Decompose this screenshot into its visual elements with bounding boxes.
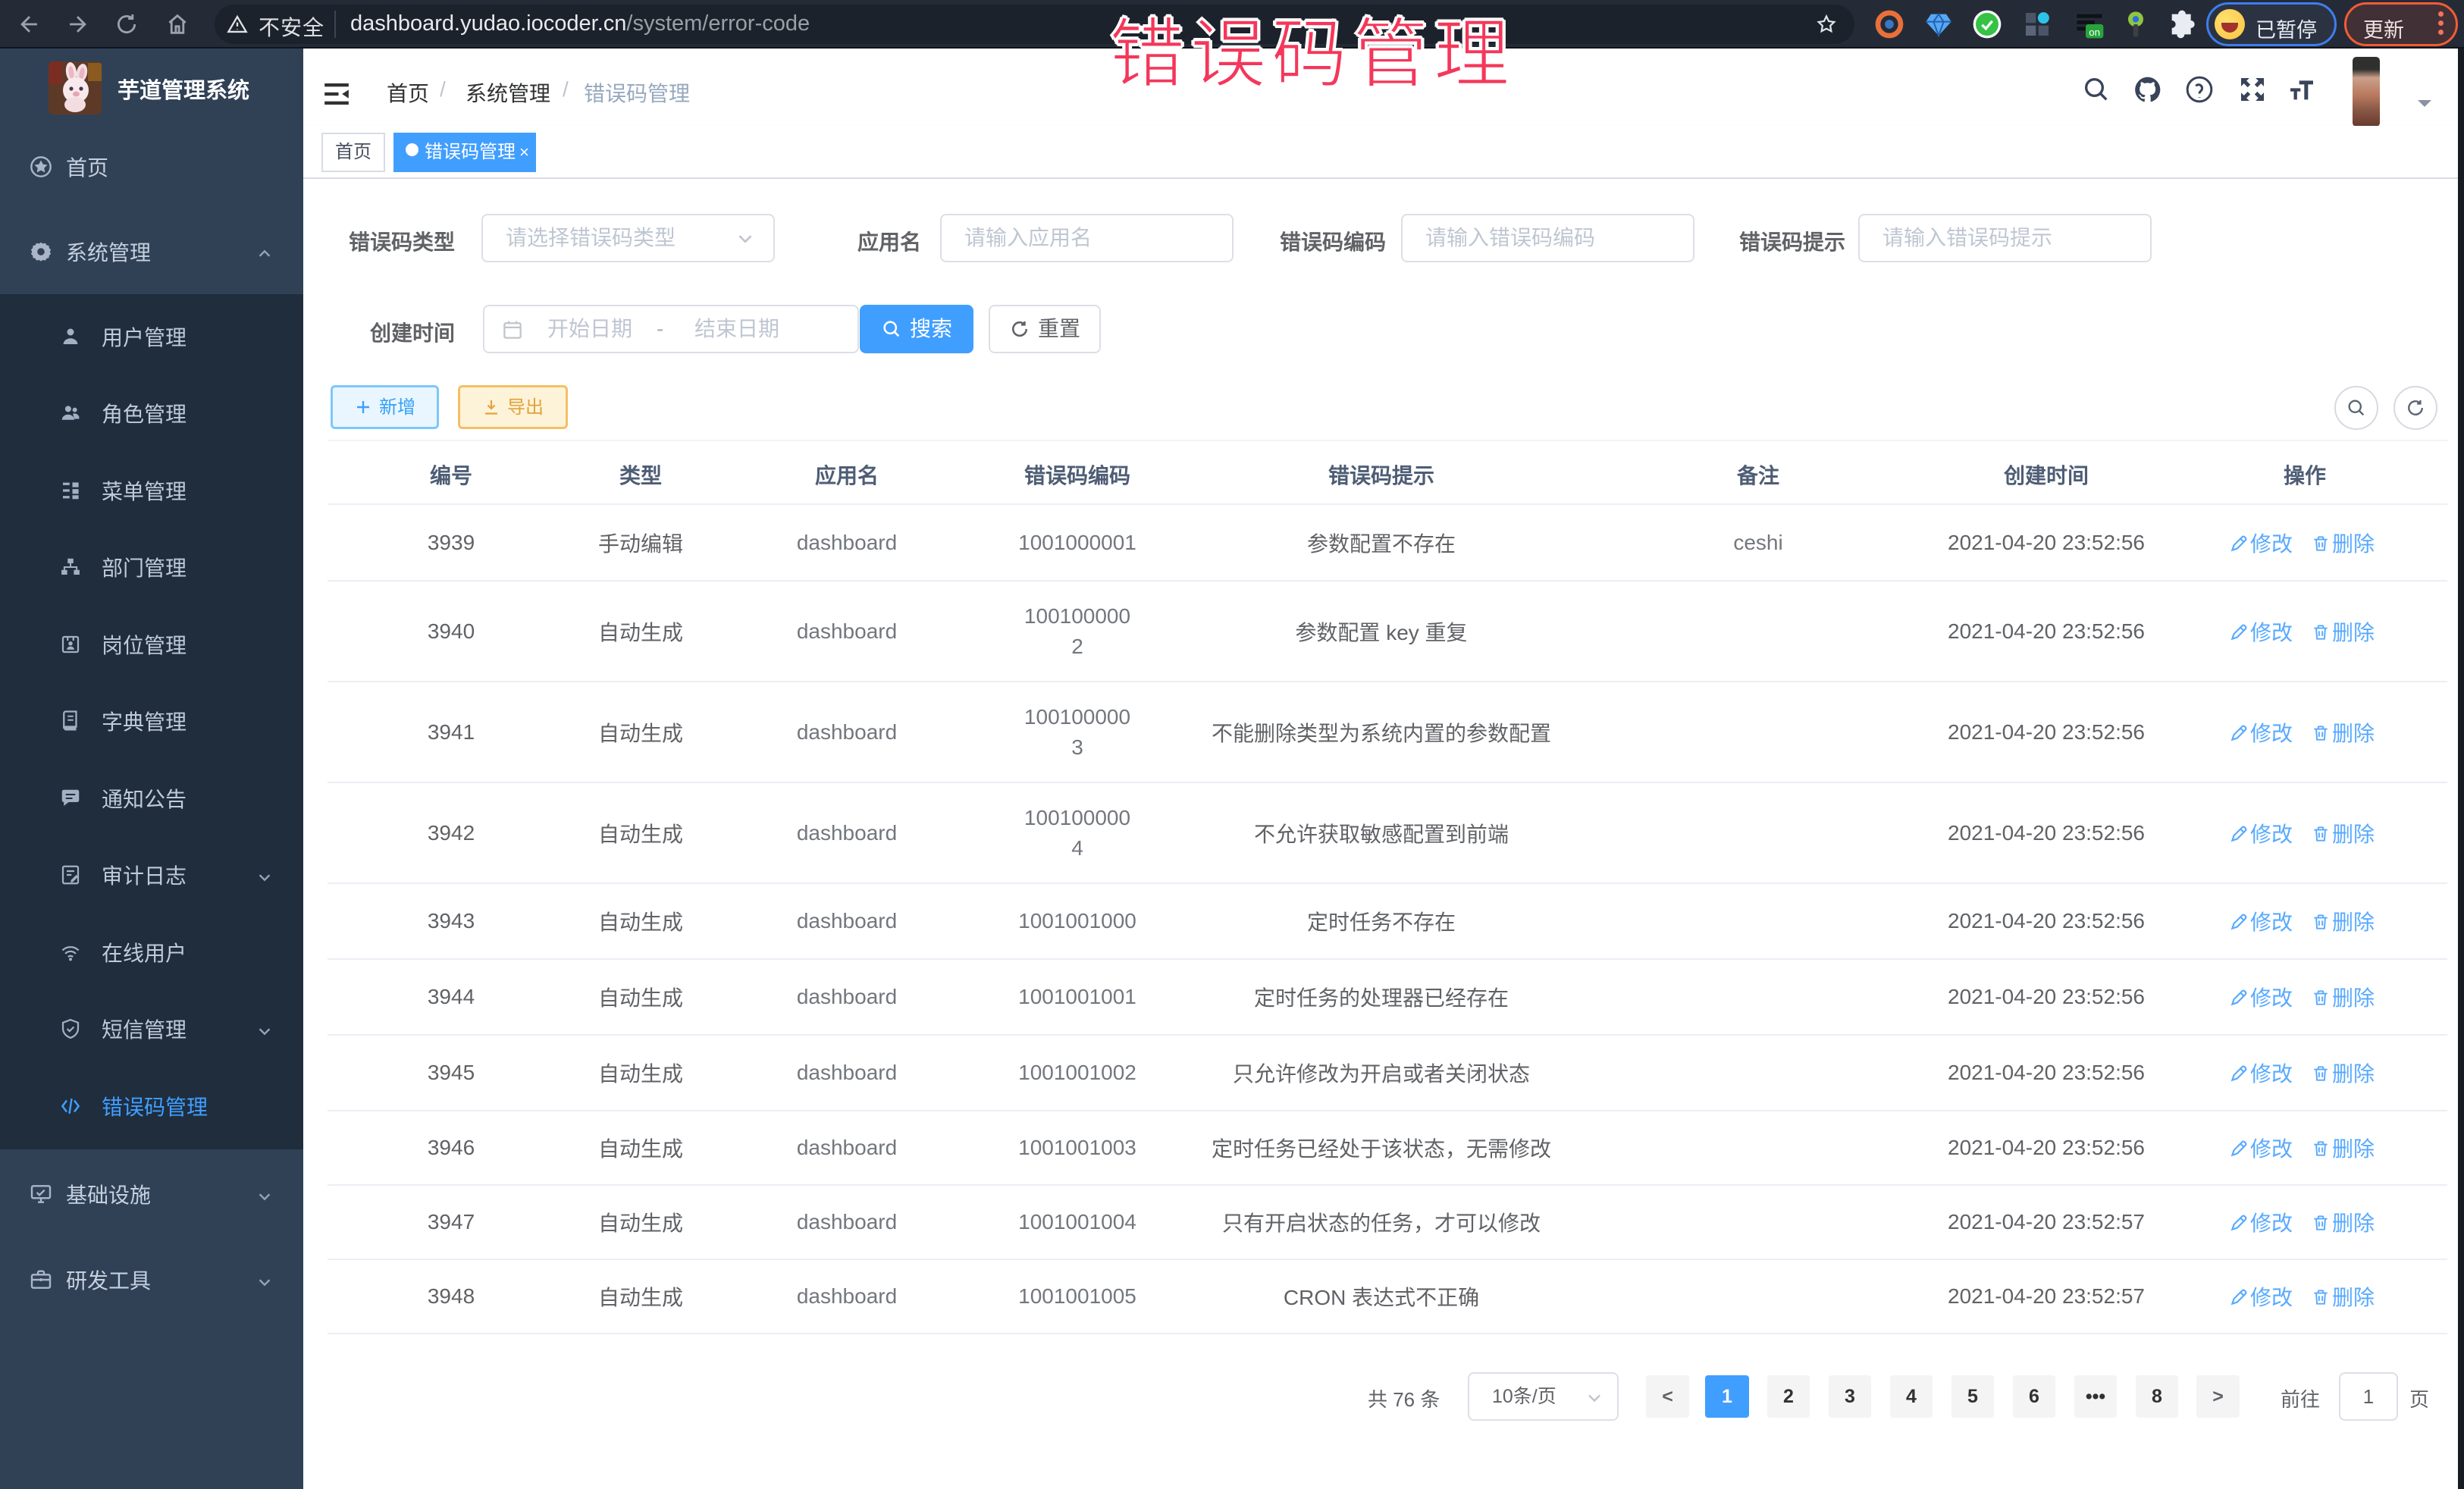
svg-text:on: on <box>2089 27 2100 38</box>
